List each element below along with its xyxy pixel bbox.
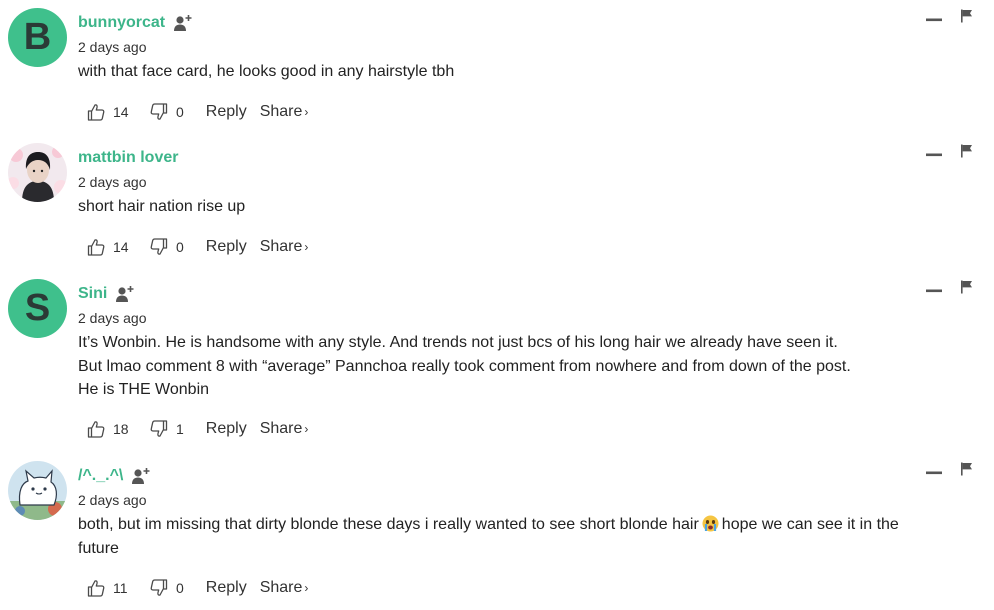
username[interactable]: /^._.^\: [78, 467, 123, 485]
comment-body: both, but im missing that dirty blonde t…: [78, 513, 968, 560]
add-user-icon[interactable]: [131, 466, 151, 486]
comment-line: short hair nation rise up: [78, 198, 246, 215]
share-button[interactable]: Share ›: [260, 420, 309, 438]
comment-body: It’s Wonbin. He is handsome with any sty…: [78, 331, 968, 402]
chevron-right-icon: ›: [304, 581, 309, 595]
minus-icon[interactable]: [926, 471, 942, 475]
thumbs-up-icon[interactable]: [86, 419, 106, 439]
comment-line: both, but im missing that dirty blonde t…: [78, 513, 968, 537]
avatar[interactable]: S: [8, 279, 67, 338]
minus-icon[interactable]: [926, 153, 942, 157]
like-count: 18: [113, 421, 129, 437]
add-user-icon[interactable]: [115, 284, 135, 304]
crying-face-emoji-icon: [702, 515, 719, 532]
reply-button[interactable]: Reply: [206, 420, 247, 438]
timestamp[interactable]: 2 days ago: [78, 39, 147, 55]
thumbs-down-icon[interactable]: [149, 237, 169, 257]
thumbs-up-icon[interactable]: [86, 237, 106, 257]
comment-text: both, but im missing that dirty blonde t…: [78, 516, 699, 533]
share-button[interactable]: Share ›: [260, 238, 309, 256]
dislike-count: 0: [176, 104, 184, 120]
comment-line: He is THE Wonbin: [78, 381, 210, 398]
comment-line: But lmao comment 8 with “average” Pannch…: [78, 357, 851, 375]
chevron-right-icon: ›: [304, 422, 309, 436]
flag-icon[interactable]: [960, 462, 974, 476]
comment-body: short hair nation rise up: [78, 195, 968, 219]
chevron-right-icon: ›: [304, 105, 309, 119]
comment-actions: 11 0 Reply Share ›: [86, 576, 308, 600]
comment-text: hope we can see it in the: [721, 516, 899, 533]
thumbs-up-icon[interactable]: [86, 102, 106, 122]
share-label: Share: [259, 238, 303, 255]
comment-line: It’s Wonbin. He is handsome with any sty…: [78, 334, 838, 351]
flag-icon[interactable]: [960, 9, 974, 23]
dislike-count: 0: [176, 580, 184, 596]
flag-icon[interactable]: [960, 280, 974, 294]
minus-icon[interactable]: [926, 289, 942, 293]
avatar[interactable]: [8, 461, 67, 520]
add-user-icon[interactable]: [173, 13, 193, 33]
share-label: Share: [259, 579, 303, 596]
like-count: 14: [113, 104, 129, 120]
comment-actions: 14 0 Reply Share ›: [86, 100, 308, 124]
comment-actions: 14 0 Reply Share ›: [86, 235, 308, 259]
username[interactable]: Sini: [78, 285, 107, 303]
comment-body: with that face card, he looks good in an…: [78, 60, 968, 84]
chevron-right-icon: ›: [304, 240, 309, 254]
minus-icon[interactable]: [926, 18, 942, 22]
thumbs-down-icon[interactable]: [149, 102, 169, 122]
avatar[interactable]: [8, 143, 67, 202]
flag-icon[interactable]: [960, 144, 974, 158]
dislike-count: 1: [176, 421, 184, 437]
username[interactable]: bunnyorcat: [78, 14, 165, 32]
avatar-image: [8, 461, 67, 520]
share-button[interactable]: Share ›: [260, 579, 309, 597]
timestamp[interactable]: 2 days ago: [78, 310, 147, 326]
timestamp[interactable]: 2 days ago: [78, 174, 147, 190]
username[interactable]: mattbin lover: [78, 149, 178, 167]
thumbs-up-icon[interactable]: [86, 578, 106, 598]
reply-button[interactable]: Reply: [206, 103, 247, 121]
like-count: 14: [113, 239, 129, 255]
comment-line: with that face card, he looks good in an…: [78, 63, 455, 80]
avatar-image: [8, 143, 67, 202]
comment-actions: 18 1 Reply Share ›: [86, 417, 308, 441]
reply-button[interactable]: Reply: [206, 238, 247, 256]
dislike-count: 0: [176, 239, 184, 255]
comment-line: future: [78, 539, 119, 557]
share-label: Share: [259, 103, 303, 120]
thumbs-down-icon[interactable]: [149, 419, 169, 439]
share-label: Share: [259, 420, 303, 437]
avatar[interactable]: B: [8, 8, 67, 67]
like-count: 11: [113, 580, 128, 596]
reply-button[interactable]: Reply: [206, 579, 247, 597]
share-button[interactable]: Share ›: [260, 103, 309, 121]
timestamp[interactable]: 2 days ago: [78, 492, 147, 508]
thumbs-down-icon[interactable]: [149, 578, 169, 598]
